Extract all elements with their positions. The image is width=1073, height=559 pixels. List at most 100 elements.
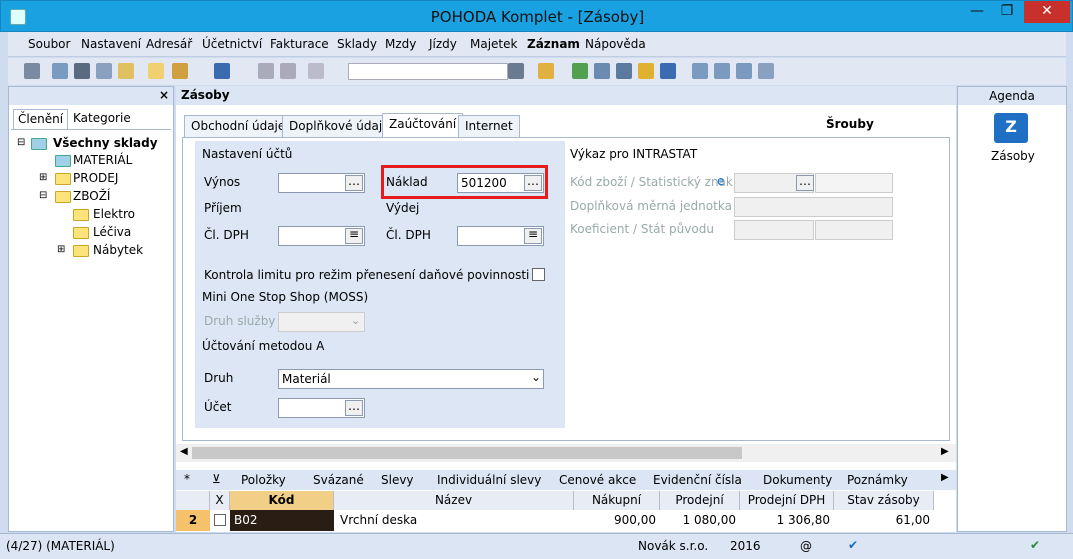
tree-toggle-icon[interactable]: ⊟ [17,137,25,148]
coins-icon[interactable] [638,63,654,79]
tab-cleneni[interactable]: Členění [13,109,69,129]
tab-poznamky[interactable]: Poznámky [844,472,911,490]
menu-mzdy[interactable]: Mzdy [385,37,416,51]
tab-obchodni-udaje[interactable]: Obchodní údaje [184,115,293,137]
menu-adresar[interactable]: Adresář [146,37,192,51]
menu-nastaveni[interactable]: Nastavení [81,37,141,51]
export-icon[interactable] [118,63,134,79]
menu-majetek[interactable]: Majetek [470,37,517,51]
zasoby-icon[interactable]: Z [994,113,1028,143]
tree-item-elektro[interactable]: Elektro [93,207,135,221]
cl-dph-prijem-dropdown[interactable]: ≡ [345,228,363,244]
tab-individualni-slevy[interactable]: Individuální slevy [434,472,544,490]
tree-item-zbozi[interactable]: ZBOŽÍ [73,189,110,203]
web-icon[interactable]: e [717,174,724,188]
menu-napoveda[interactable]: Nápověda [585,37,646,51]
title-bar: POHODA Komplet - [Zásoby] — ❐ ✕ [0,0,1073,32]
material-icon [55,155,71,167]
asterisk-icon[interactable]: * [184,472,190,486]
vynos-browse-button[interactable]: … [345,175,363,191]
folder-icon [73,245,89,257]
tabs-scroll-right-icon[interactable]: ▶ [941,472,949,483]
grid-header-kod[interactable]: Kód [230,491,334,510]
grid-header-nakupni[interactable]: Nákupní [574,491,660,510]
row-nakupni[interactable]: 900,00 [574,510,656,531]
tab-kategorie[interactable]: Kategorie [69,109,135,129]
row-stav[interactable]: 61,00 [834,510,930,531]
preview-icon[interactable] [96,63,112,79]
back-icon[interactable] [214,63,230,79]
exit-icon[interactable] [24,63,40,79]
tab-zauctovani[interactable]: Zaúčtování [382,113,464,137]
tree-item-nabytek[interactable]: Nábytek [93,243,143,257]
tree-collapse-icon[interactable]: ⊟ [39,190,47,201]
minimize-button[interactable]: — [961,1,993,23]
tab-cenove-akce[interactable]: Cenové akce [556,472,639,490]
tab-slevy[interactable]: Slevy [378,472,417,490]
tab-doplnkove-udaje[interactable]: Doplňkové údaje [282,115,397,137]
ok-circle-icon: ✔ [1030,538,1041,552]
horizontal-scrollbar[interactable]: ◀ ▶ [176,444,956,462]
form-icon[interactable] [714,63,730,79]
tree-item-prodej[interactable]: PRODEJ [73,171,118,185]
close-panel-icon[interactable]: × [159,88,169,102]
cancel-icon[interactable] [280,63,296,79]
tab-svazane[interactable]: Svázané [310,472,367,490]
scroll-left-icon[interactable]: ◀ [180,446,188,457]
grid-header-prodejni-dph[interactable]: Prodejní DPH [740,491,834,510]
grid-header-prodejni[interactable]: Prodejní [660,491,740,510]
duplicate-icon[interactable] [308,63,324,79]
grid-header-x[interactable]: X [210,491,230,510]
calculator-icon[interactable] [616,63,632,79]
filter-icon[interactable]: ⊻ [212,472,221,486]
menu-ucetnictvi[interactable]: Účetnictví [202,37,262,51]
grid-header-stav[interactable]: Stav zásoby [834,491,934,510]
row-prodejni-dph[interactable]: 1 306,80 [740,510,830,531]
tab-evidencni-cisla[interactable]: Evidenční čísla [650,472,745,490]
print-icon[interactable] [74,63,90,79]
tree-item-material[interactable]: MATERIÁL [73,153,132,167]
agenda-item-zasoby[interactable]: Zásoby [991,149,1035,163]
naklad-browse-button[interactable]: … [524,175,542,191]
scroll-right-icon[interactable]: ▶ [941,446,949,457]
row-nazev[interactable]: Vrchní deska [334,510,574,531]
quick-search-input[interactable] [348,63,508,80]
tab-internet[interactable]: Internet [458,115,520,137]
row-kod[interactable]: B02 [230,510,334,531]
menu-jizdy[interactable]: Jízdy [429,37,457,51]
close-button[interactable]: ✕ [1024,1,1070,23]
row-checkbox[interactable] [214,514,226,526]
ucet-browse-button[interactable]: … [345,400,363,416]
scroll-thumb[interactable] [192,447,742,459]
tools-icon[interactable] [758,63,774,79]
druh-select[interactable]: Materiál [278,369,544,389]
menu-soubor[interactable]: Soubor [28,37,70,51]
folder-icon[interactable] [538,63,554,79]
edit-icon[interactable] [172,63,188,79]
intrastat-title: Výkaz pro INTRASTAT [570,147,698,161]
menu-zaznam[interactable]: Záznam [527,37,580,51]
tree-expand-icon[interactable]: ⊞ [57,244,65,255]
tab-dokumenty[interactable]: Dokumenty [760,472,835,490]
kontrola-checkbox[interactable] [532,268,545,281]
tree-item-all[interactable]: Všechny sklady [53,136,158,150]
grid-header-nazev[interactable]: Název [334,491,574,510]
cl-dph-vydej-dropdown[interactable]: ≡ [524,228,542,244]
report-icon[interactable] [736,63,752,79]
new-record-icon[interactable] [148,63,164,79]
link-icon[interactable] [572,63,588,79]
table-icon[interactable] [594,63,610,79]
chevron-down-icon[interactable]: ⌄ [531,370,541,384]
tab-polozky[interactable]: Položky [238,472,289,490]
save-icon[interactable] [258,63,274,79]
maximize-button[interactable]: ❐ [991,1,1023,23]
filter-icon[interactable] [508,63,524,79]
iban-icon[interactable] [660,63,676,79]
copy-icon[interactable] [52,63,68,79]
row-prodejni[interactable]: 1 080,00 [660,510,736,531]
tree-item-leciva[interactable]: Léčiva [93,225,131,239]
tree-expand-icon[interactable]: ⊞ [39,172,47,183]
menu-sklady[interactable]: Sklady [337,37,377,51]
menu-fakturace[interactable]: Fakturace [270,37,329,51]
list-icon[interactable] [692,63,708,79]
